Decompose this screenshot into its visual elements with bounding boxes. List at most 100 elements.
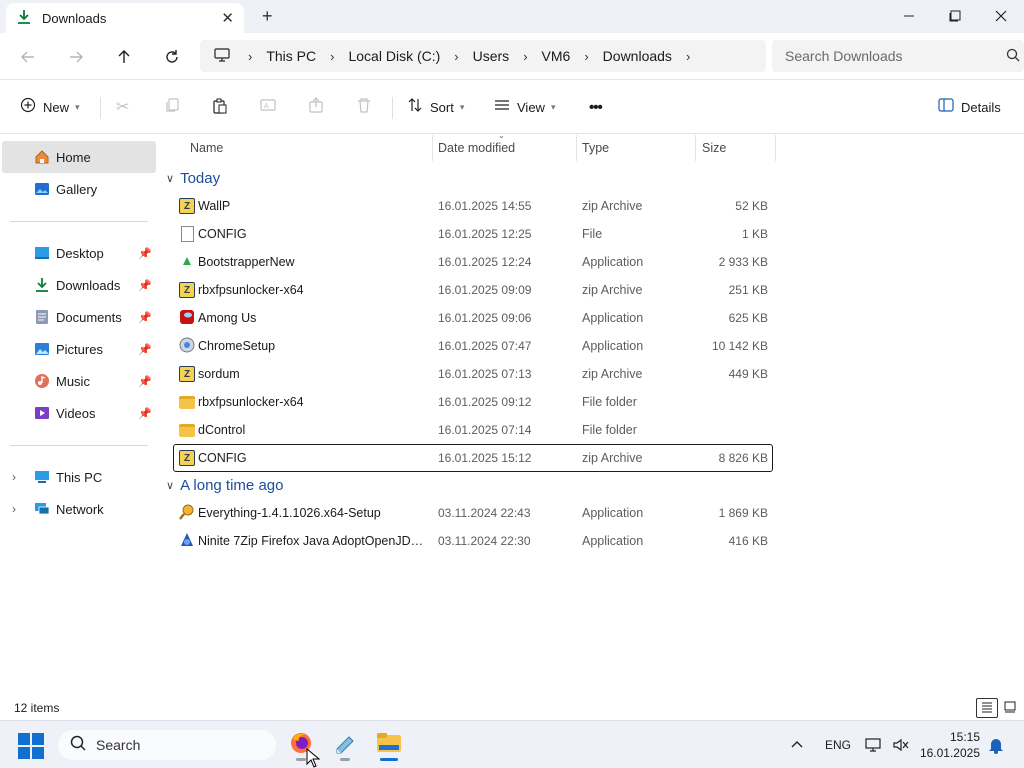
file-row-bootstrappernew[interactable]: BootstrapperNew 16.01.2025 12:24 Applicati… xyxy=(174,249,772,275)
file-row-config[interactable]: Z CONFIG 16.01.2025 15:12 zip Archive 8 826 … xyxy=(173,444,773,472)
column-divider[interactable] xyxy=(432,135,433,161)
group-header-long-ago[interactable]: ∨ A long time ago xyxy=(166,473,283,497)
file-row-among-us[interactable]: Among Us 16.01.2025 09:06 Application 625 K… xyxy=(174,305,772,331)
file-row-wallp[interactable]: Z WallP 16.01.2025 14:55 zip Archive 52 KB xyxy=(174,193,772,219)
breadcrumb-local-disk[interactable]: Local Disk (C:) xyxy=(348,48,440,64)
share-button[interactable] xyxy=(308,95,324,119)
delete-button[interactable] xyxy=(356,95,372,119)
list-view-icon xyxy=(981,701,993,716)
pin-icon[interactable]: 📌 xyxy=(138,343,152,356)
breadcrumb-vm6[interactable]: VM6 xyxy=(542,48,571,64)
language-indicator[interactable]: ENG xyxy=(825,721,851,768)
breadcrumb-users[interactable]: Users xyxy=(473,48,510,64)
search-input[interactable]: Search Downloads xyxy=(772,40,1024,72)
sidebar-item-desktop[interactable]: Desktop 📌 xyxy=(2,237,156,269)
minimize-button[interactable] xyxy=(886,0,932,32)
file-row-everything-1-4-1-1026-x64-setup[interactable]: Everything-1.4.1.1026.x64-Setup 03.11.202… xyxy=(174,500,772,526)
new-tab-button[interactable]: + xyxy=(262,6,273,27)
file-row-sordum[interactable]: Zsordum 16.01.2025 07:13 zip Archive 449 KB xyxy=(174,361,772,387)
tab-downloads[interactable]: Downloads ✕ xyxy=(6,3,244,33)
bootstrapper-icon xyxy=(181,255,193,270)
system-clock[interactable]: 15:15 16.01.2025 xyxy=(920,729,980,761)
show-hidden-icons-button[interactable] xyxy=(790,721,804,768)
pin-icon[interactable]: 📌 xyxy=(138,247,152,260)
file-name: sordum xyxy=(198,367,240,381)
back-button[interactable] xyxy=(14,43,42,71)
close-tab-icon[interactable]: ✕ xyxy=(221,9,234,27)
column-divider[interactable] xyxy=(695,135,696,161)
pin-icon[interactable]: 📌 xyxy=(138,311,152,324)
more-options-button[interactable]: ••• xyxy=(589,95,603,119)
column-divider[interactable] xyxy=(576,135,577,161)
maximize-button[interactable] xyxy=(932,0,978,32)
file-row-chromesetup[interactable]: ChromeSetup 16.01.2025 07:47 Application 10… xyxy=(174,333,772,359)
file-date: 03.11.2024 22:30 xyxy=(438,534,531,548)
chevron-right-icon[interactable]: › xyxy=(12,502,16,516)
sidebar-item-videos[interactable]: Videos 📌 xyxy=(2,397,156,429)
pin-icon[interactable]: 📌 xyxy=(138,279,152,292)
search-icon xyxy=(1006,48,1020,65)
close-window-button[interactable] xyxy=(978,0,1024,32)
chevron-right-icon[interactable]: › xyxy=(523,49,527,64)
pictures-icon xyxy=(34,341,50,357)
monitor-icon[interactable] xyxy=(214,47,230,65)
taskbar-search[interactable]: Search xyxy=(58,730,276,760)
pin-icon[interactable]: 📌 xyxy=(138,407,152,420)
pin-icon[interactable]: 📌 xyxy=(138,375,152,388)
column-header-size[interactable]: Size xyxy=(702,135,726,161)
sidebar-item-pictures[interactable]: Pictures 📌 xyxy=(2,333,156,365)
view-button[interactable]: View ▾ xyxy=(494,95,555,119)
forward-button[interactable] xyxy=(62,43,90,71)
file-date: 16.01.2025 07:14 xyxy=(438,423,532,437)
column-divider[interactable] xyxy=(775,135,776,161)
rename-button[interactable]: A xyxy=(260,95,276,119)
file-date: 16.01.2025 09:09 xyxy=(438,283,532,297)
tiles-view-toggle[interactable] xyxy=(999,698,1021,718)
chevron-right-icon[interactable]: › xyxy=(248,49,252,64)
sidebar-item-documents[interactable]: Documents 📌 xyxy=(2,301,156,333)
details-button[interactable]: Details xyxy=(938,95,1001,119)
new-button[interactable]: New ▾ xyxy=(20,95,80,119)
file-name: rbxfpsunlocker-x64 xyxy=(198,395,304,409)
chevron-right-icon[interactable]: › xyxy=(584,49,588,64)
chevron-right-icon[interactable]: › xyxy=(686,49,690,64)
cut-button[interactable]: ✂ xyxy=(116,95,129,119)
copy-button[interactable] xyxy=(164,95,180,119)
divider xyxy=(10,445,148,446)
taskbar-app-file-explorer[interactable] xyxy=(372,729,406,761)
taskbar-app-notepad[interactable] xyxy=(328,729,362,761)
file-size: 2 933 KB xyxy=(718,255,768,269)
up-button[interactable] xyxy=(110,43,138,71)
sidebar-item-music[interactable]: Music 📌 xyxy=(2,365,156,397)
breadcrumb-this-pc[interactable]: This PC xyxy=(266,48,316,64)
sidebar-item-network[interactable]: › Network xyxy=(2,493,156,525)
volume-muted-icon[interactable] xyxy=(892,721,910,768)
installer-icon xyxy=(178,336,196,357)
notifications-bell-icon[interactable] xyxy=(988,721,1004,768)
group-header-today[interactable]: ∨ Today xyxy=(166,166,220,190)
details-view-toggle[interactable] xyxy=(976,698,998,718)
column-header-name[interactable]: Name xyxy=(190,135,223,161)
chevron-right-icon[interactable]: › xyxy=(330,49,334,64)
column-header-type[interactable]: Type xyxy=(582,135,609,161)
file-row-config[interactable]: CONFIG 16.01.2025 12:25 File 1 KB xyxy=(174,221,772,247)
sidebar-item-home[interactable]: Home xyxy=(2,141,156,173)
chevron-right-icon[interactable]: › xyxy=(454,49,458,64)
file-row-rbxfpsunlocker-x64[interactable]: Zrbxfpsunlocker-x64 16.01.2025 09:09 zip A… xyxy=(174,277,772,303)
refresh-button[interactable] xyxy=(158,43,186,71)
file-size: 10 142 KB xyxy=(711,339,768,353)
sidebar-item-downloads[interactable]: Downloads 📌 xyxy=(2,269,156,301)
file-size: 416 KB xyxy=(728,534,768,548)
network-status-icon[interactable] xyxy=(865,721,883,768)
sort-button[interactable]: Sort ▾ xyxy=(407,95,464,119)
sidebar-item-gallery[interactable]: Gallery xyxy=(2,173,156,205)
breadcrumb[interactable]: › This PC › Local Disk (C:) › Users › VM… xyxy=(200,40,766,72)
file-row-dcontrol[interactable]: dControl 16.01.2025 07:14 File folder xyxy=(174,417,772,443)
file-row-rbxfpsunlocker-x64[interactable]: rbxfpsunlocker-x64 16.01.2025 09:12 File f… xyxy=(174,389,772,415)
chevron-right-icon[interactable]: › xyxy=(12,470,16,484)
file-row-ninite-7zip-firefox-java-adoptopenjdk-x[interactable]: Ninite 7Zip Firefox Java AdoptOpenJDK x.… xyxy=(174,528,772,554)
sidebar-item-this-pc[interactable]: › This PC xyxy=(2,461,156,493)
breadcrumb-downloads[interactable]: Downloads xyxy=(603,48,672,64)
start-button[interactable] xyxy=(18,733,44,759)
paste-button[interactable] xyxy=(212,95,228,119)
